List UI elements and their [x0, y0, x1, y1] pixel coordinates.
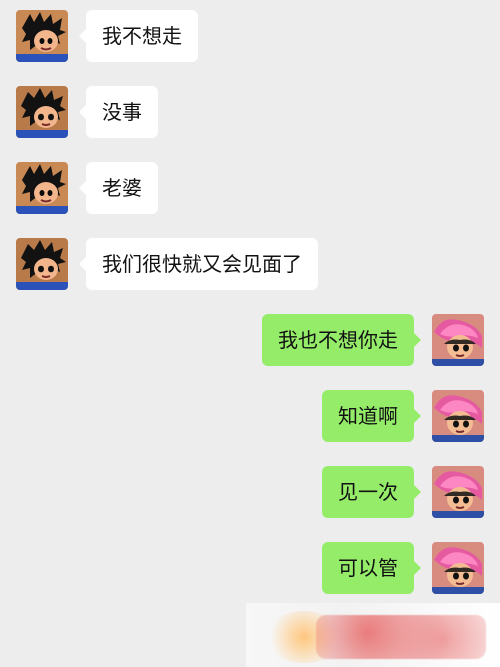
anime-girl-avatar-icon [432, 390, 484, 442]
message-bubble[interactable]: 知道啊 [322, 390, 421, 442]
avatar[interactable] [16, 10, 68, 62]
watermark-mark [316, 615, 486, 659]
avatar[interactable] [432, 314, 484, 366]
message-bubble[interactable]: 没事 [79, 86, 158, 138]
anime-boy-avatar-icon [16, 238, 68, 290]
chat-area: 我不想走 没事 老婆 我们很快就又会见面了 我也不想你走 知道啊 见一次 可以管 [0, 0, 500, 667]
avatar[interactable] [432, 542, 484, 594]
avatar[interactable] [16, 238, 68, 290]
anime-girl-avatar-icon [432, 542, 484, 594]
message-bubble[interactable]: 老婆 [79, 162, 158, 214]
anime-boy-avatar-icon [16, 162, 68, 214]
anime-boy-avatar-icon [16, 10, 68, 62]
anime-boy-avatar-icon [16, 86, 68, 138]
avatar[interactable] [432, 390, 484, 442]
avatar[interactable] [16, 162, 68, 214]
anime-girl-avatar-icon [432, 314, 484, 366]
message-bubble[interactable]: 我不想走 [79, 10, 198, 62]
message-bubble[interactable]: 我也不想你走 [262, 314, 421, 366]
message-bubble[interactable]: 见一次 [322, 466, 421, 518]
avatar[interactable] [16, 86, 68, 138]
avatar[interactable] [432, 466, 484, 518]
message-bubble[interactable]: 可以管 [322, 542, 421, 594]
message-bubble[interactable]: 我们很快就又会见面了 [79, 238, 318, 290]
anime-girl-avatar-icon [432, 466, 484, 518]
watermark [246, 603, 500, 667]
